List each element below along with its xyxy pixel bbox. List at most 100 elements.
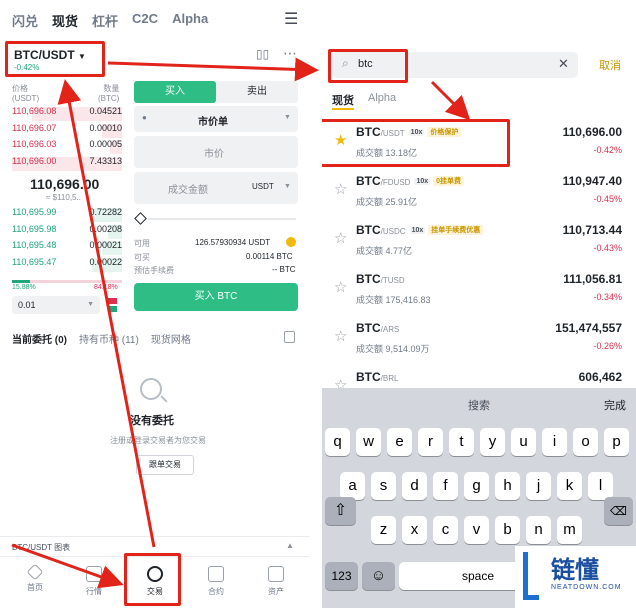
order-type-select[interactable]: ● 市价单 ▼ bbox=[134, 106, 298, 132]
promo-tag: 0挂单费 bbox=[433, 176, 465, 186]
nav-tab-alpha[interactable]: Alpha bbox=[172, 11, 208, 30]
tab-open-orders[interactable]: 当前委托 (0) bbox=[12, 331, 67, 346]
chevron-up-icon: ▲ bbox=[286, 541, 294, 550]
numbers-key[interactable]: 123 bbox=[325, 562, 358, 590]
tabbar-assets[interactable]: 资产 bbox=[256, 566, 296, 597]
depth-view-icon[interactable] bbox=[106, 296, 120, 314]
tabbar-trade[interactable]: 交易 bbox=[135, 566, 175, 597]
ask-row[interactable]: 110,696.08 0.04521 bbox=[12, 106, 122, 122]
pair-selector[interactable]: BTC/USDT ▼ bbox=[14, 48, 86, 62]
bid-row[interactable]: 110,695.99 0.72282 bbox=[12, 207, 122, 223]
favorite-star-icon[interactable]: ☆ bbox=[334, 327, 347, 345]
cancel-button[interactable]: 取消 bbox=[599, 57, 621, 73]
mid-price[interactable]: 110,696.00 bbox=[30, 176, 99, 192]
key-i[interactable]: i bbox=[542, 428, 567, 456]
ob-qty: 7.43313 bbox=[89, 155, 122, 166]
buy-btc-button[interactable]: 买入 BTC bbox=[134, 283, 298, 311]
ask-row[interactable]: 110,696.03 0.00005 bbox=[12, 139, 122, 155]
tab-spot[interactable]: 现货 bbox=[332, 92, 354, 108]
result-row[interactable]: ★ BTC/USDT 10x 价格保护 成交额 13.18亿 110,696.00 -0.4… bbox=[322, 117, 636, 166]
key-e[interactable]: e bbox=[387, 428, 412, 456]
key-m[interactable]: m bbox=[557, 516, 582, 544]
bid-row[interactable]: 110,695.98 0.00208 bbox=[12, 224, 122, 240]
bid-row[interactable]: 110,695.48 0.00021 bbox=[12, 240, 122, 256]
buy-tab[interactable]: 买入 bbox=[134, 81, 216, 103]
depth-select[interactable]: 0.01 ▼ bbox=[12, 296, 100, 314]
emoji-key[interactable]: ☺ bbox=[362, 562, 395, 590]
key-b[interactable]: b bbox=[495, 516, 520, 544]
result-volume: 成交额 175,416.83 bbox=[356, 295, 431, 305]
key-u[interactable]: u bbox=[511, 428, 536, 456]
tabbar-home[interactable]: 首页 bbox=[15, 563, 55, 593]
ob-price: 110,695.98 bbox=[12, 223, 57, 234]
nav-tab-c2c[interactable]: C2C bbox=[132, 11, 158, 30]
favorite-star-icon[interactable]: ☆ bbox=[334, 180, 347, 198]
key-p[interactable]: p bbox=[604, 428, 629, 456]
fee-value: -- BTC bbox=[272, 265, 296, 274]
key-h[interactable]: h bbox=[495, 472, 520, 500]
more-icon[interactable]: ⋯ bbox=[283, 45, 297, 62]
ob-qty: 0.00005 bbox=[89, 139, 122, 149]
key-o[interactable]: o bbox=[573, 428, 598, 456]
spot-trade-screen: 闪兑 现货 杠杆 C2C Alpha ☰ BTC/USDT ▼ -0.42% ▯… bbox=[0, 0, 310, 608]
key-z[interactable]: z bbox=[371, 516, 396, 544]
kb-done-button[interactable]: 完成 bbox=[604, 397, 626, 413]
key-g[interactable]: g bbox=[464, 472, 489, 500]
key-t[interactable]: t bbox=[449, 428, 474, 456]
key-q[interactable]: q bbox=[325, 428, 350, 456]
key-c[interactable]: c bbox=[433, 516, 458, 544]
key-d[interactable]: d bbox=[402, 472, 427, 500]
result-row[interactable]: ☆ BTC/USDC 10x 挂单手续费优惠 成交额 4.77亿 110,713.44 -0… bbox=[322, 215, 636, 264]
tab-spot-grid[interactable]: 现货网格 bbox=[151, 331, 191, 346]
logo-icon bbox=[523, 552, 539, 600]
nav-tab-convert[interactable]: 闪兑 bbox=[12, 11, 38, 30]
ask-row[interactable]: 110,696.00 7.43313 bbox=[12, 156, 122, 172]
favorite-star-icon[interactable]: ☆ bbox=[334, 278, 347, 296]
leverage-badge: 10x bbox=[408, 129, 425, 136]
favorite-star-icon[interactable]: ★ bbox=[334, 131, 347, 149]
order-history-icon[interactable] bbox=[284, 331, 295, 343]
search-input[interactable]: ⌕ btc ✕ bbox=[332, 52, 578, 78]
plus-coin-icon[interactable] bbox=[286, 237, 296, 247]
hamburger-menu-icon[interactable]: ☰ bbox=[284, 9, 298, 29]
key-w[interactable]: w bbox=[356, 428, 381, 456]
result-row[interactable]: ☆ BTC/FDUSD 10x 0挂单费 成交额 25.91亿 110,947.40 -0.… bbox=[322, 166, 636, 215]
key-f[interactable]: f bbox=[433, 472, 458, 500]
amount-slider[interactable] bbox=[134, 212, 296, 225]
key-y[interactable]: y bbox=[480, 428, 505, 456]
tabbar-markets[interactable]: 行情 bbox=[74, 566, 114, 597]
key-a[interactable]: a bbox=[340, 472, 365, 500]
chart-icon[interactable]: ▯▯ bbox=[256, 47, 269, 61]
shift-key[interactable]: ⇧ bbox=[325, 497, 356, 525]
ask-row[interactable]: 110,696.07 0.00010 bbox=[12, 123, 122, 139]
result-symbol: BTC/USDT 10x 价格保护 bbox=[356, 125, 462, 139]
key-s[interactable]: s bbox=[371, 472, 396, 500]
tab-alpha[interactable]: Alpha bbox=[368, 92, 396, 104]
favorite-star-icon[interactable]: ☆ bbox=[334, 229, 347, 247]
nav-tab-spot[interactable]: 现货 bbox=[52, 11, 78, 30]
price-field[interactable]: 市价 bbox=[134, 136, 298, 168]
bid-row[interactable]: 110,695.47 0.00022 bbox=[12, 257, 122, 273]
key-v[interactable]: v bbox=[464, 516, 489, 544]
backspace-key[interactable]: ⌫ bbox=[604, 497, 633, 525]
nav-tab-margin[interactable]: 杠杆 bbox=[92, 11, 118, 30]
amount-field[interactable]: 成交金额 USDT ▼ bbox=[134, 172, 298, 204]
sell-tab[interactable]: 卖出 bbox=[216, 81, 298, 103]
copy-trade-button[interactable]: 跟单交易 bbox=[136, 455, 194, 475]
key-k[interactable]: k bbox=[557, 472, 582, 500]
tab-holdings[interactable]: 持有币种 (11) bbox=[79, 331, 139, 346]
result-row[interactable]: ☆ BTC/ARS 成交额 9,514.09万 151,474,557 -0.26% bbox=[322, 313, 636, 362]
order-tabs: 当前委托 (0) 持有币种 (11) 现货网格 bbox=[12, 331, 191, 346]
tabbar-futures[interactable]: 合约 bbox=[196, 566, 236, 597]
key-r[interactable]: r bbox=[418, 428, 443, 456]
markets-icon bbox=[86, 566, 102, 582]
ob-qty: 0.00208 bbox=[89, 223, 122, 234]
clear-icon[interactable]: ✕ bbox=[558, 56, 569, 72]
chart-strip[interactable]: BTC/USDT 图表 ▲ bbox=[0, 536, 310, 556]
key-x[interactable]: x bbox=[402, 516, 427, 544]
key-l[interactable]: l bbox=[588, 472, 613, 500]
key-n[interactable]: n bbox=[526, 516, 551, 544]
key-j[interactable]: j bbox=[526, 472, 551, 500]
result-row[interactable]: ☆ BTC/TUSD 成交额 175,416.83 111,056.81 -0.34% bbox=[322, 264, 636, 313]
result-volume: 成交额 25.91亿 bbox=[356, 197, 418, 207]
